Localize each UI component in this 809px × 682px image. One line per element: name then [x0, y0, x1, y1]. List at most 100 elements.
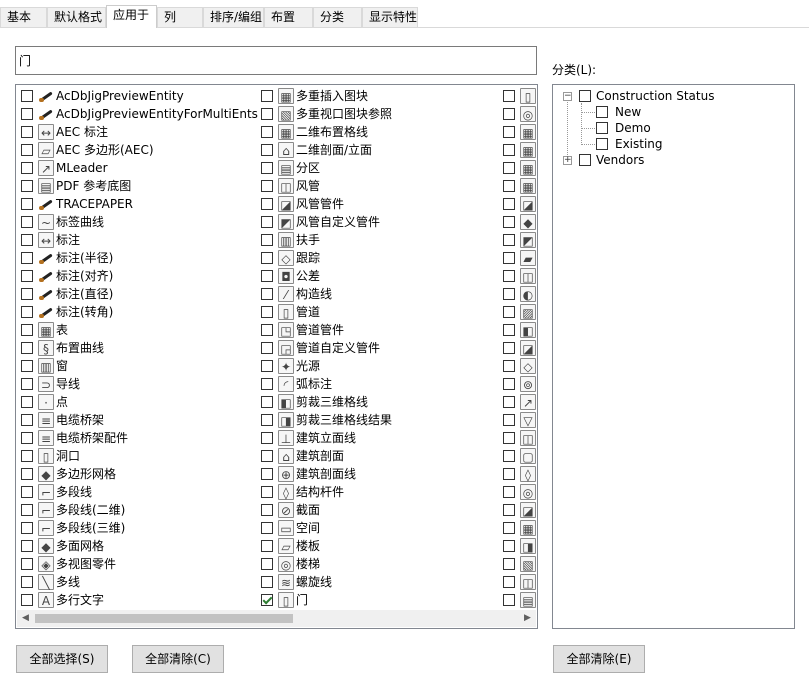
tree-checkbox[interactable]	[579, 154, 591, 166]
object-type-row[interactable]: ◪	[500, 501, 536, 519]
object-type-row[interactable]: ◲ 管道自定义管件	[258, 339, 496, 357]
object-checkbox[interactable]	[503, 558, 515, 570]
object-type-row[interactable]: ▦	[500, 141, 536, 159]
object-checkbox[interactable]	[261, 198, 273, 210]
object-type-row[interactable]: ⌐ 多段线(三维)	[18, 519, 256, 537]
tab-applies-to[interactable]: 应用于	[106, 5, 157, 28]
object-type-row[interactable]: ▨	[500, 303, 536, 321]
object-checkbox[interactable]	[503, 378, 515, 390]
object-checkbox[interactable]	[261, 396, 273, 408]
object-checkbox[interactable]	[503, 594, 515, 606]
object-checkbox[interactable]	[21, 468, 33, 480]
object-type-row[interactable]: 标注(对齐)	[18, 267, 256, 285]
object-type-row[interactable]: ◳ 管道管件	[258, 321, 496, 339]
object-type-row[interactable]: ⌂ 二维剖面/立面	[258, 141, 496, 159]
object-type-row[interactable]: ◐	[500, 285, 536, 303]
object-checkbox[interactable]	[21, 522, 33, 534]
object-checkbox[interactable]	[261, 450, 273, 462]
object-type-row[interactable]: ◫	[500, 267, 536, 285]
select-all-button[interactable]: 全部选择(S)	[16, 645, 108, 673]
object-type-row[interactable]: ⌐ 多段线(二维)	[18, 501, 256, 519]
object-checkbox[interactable]	[503, 126, 515, 138]
tab-classification[interactable]: 分类	[313, 7, 362, 27]
object-type-row[interactable]: ⊃ 导线	[18, 375, 256, 393]
object-checkbox[interactable]	[261, 126, 273, 138]
object-type-row[interactable]: ◩ 风管自定义管件	[258, 213, 496, 231]
object-type-row[interactable]: ◫	[500, 429, 536, 447]
object-type-row[interactable]: ▤ 分区	[258, 159, 496, 177]
object-type-row[interactable]: ◈ 多视图零件	[18, 555, 256, 573]
object-type-row[interactable]: ▦	[500, 123, 536, 141]
tab-display-properties[interactable]: 显示特性	[362, 7, 418, 27]
tree-checkbox[interactable]	[596, 106, 608, 118]
object-checkbox[interactable]	[261, 522, 273, 534]
object-type-row[interactable]: ⌐ 多段线	[18, 483, 256, 501]
object-type-row[interactable]: ▥ 扶手	[258, 231, 496, 249]
object-checkbox[interactable]	[21, 324, 33, 336]
object-checkbox[interactable]	[21, 378, 33, 390]
object-checkbox[interactable]	[503, 396, 515, 408]
tree-checkbox[interactable]	[579, 90, 591, 102]
object-checkbox[interactable]	[503, 450, 515, 462]
object-type-row[interactable]: ▽	[500, 411, 536, 429]
object-type-row[interactable]: § 布置曲线	[18, 339, 256, 357]
object-checkbox[interactable]	[503, 108, 515, 120]
object-checkbox[interactable]	[503, 306, 515, 318]
object-checkbox[interactable]	[21, 594, 33, 606]
object-type-row[interactable]: ◆	[500, 213, 536, 231]
collapse-icon[interactable]: −	[563, 92, 572, 101]
object-checkbox[interactable]	[21, 126, 33, 138]
object-type-row[interactable]: ▧ 多重视口图块参照	[258, 105, 496, 123]
tree-checkbox[interactable]	[596, 138, 608, 150]
object-type-row[interactable]: ▯ 门	[258, 591, 496, 609]
object-type-row[interactable]: ↗	[500, 393, 536, 411]
object-checkbox[interactable]	[503, 486, 515, 498]
object-type-row[interactable]: 标注(转角)	[18, 303, 256, 321]
scroll-right-arrow-icon[interactable]: ▶	[519, 610, 536, 627]
object-type-row[interactable]: ⁄ 构造线	[258, 285, 496, 303]
object-type-row[interactable]: ◊	[500, 465, 536, 483]
object-type-row[interactable]: AcDbJigPreviewEntityForMultiEnts	[18, 105, 258, 123]
object-type-row[interactable]: 标注(半径)	[18, 249, 256, 267]
object-type-row[interactable]: ▭ 空间	[258, 519, 496, 537]
object-checkbox[interactable]	[21, 162, 33, 174]
object-type-row[interactable]: ◫ 风管	[258, 177, 496, 195]
object-checkbox[interactable]	[21, 288, 33, 300]
object-checkbox[interactable]	[21, 414, 33, 426]
object-type-row[interactable]: ▯ 管道	[258, 303, 496, 321]
object-checkbox[interactable]	[21, 90, 33, 102]
object-type-row[interactable]: ⌂ 建筑剖面	[258, 447, 496, 465]
object-checkbox[interactable]	[261, 288, 273, 300]
object-checkbox[interactable]	[21, 486, 33, 498]
object-type-row[interactable]: ▦	[500, 159, 536, 177]
object-checkbox[interactable]	[261, 594, 273, 606]
object-checkbox[interactable]	[261, 486, 273, 498]
object-type-row[interactable]: ▤ PDF 参考底图	[18, 177, 256, 195]
scroll-left-arrow-icon[interactable]: ◀	[17, 610, 34, 627]
object-type-row[interactable]: ◪ 风管管件	[258, 195, 496, 213]
object-type-row[interactable]: ▱ 楼板	[258, 537, 496, 555]
object-checkbox[interactable]	[261, 144, 273, 156]
object-checkbox[interactable]	[21, 450, 33, 462]
tab-columns[interactable]: 列	[157, 7, 203, 27]
object-checkbox[interactable]	[261, 216, 273, 228]
filter-input[interactable]	[15, 46, 537, 75]
object-checkbox[interactable]	[21, 576, 33, 588]
object-type-row[interactable]: ▦	[500, 519, 536, 537]
object-checkbox[interactable]	[261, 432, 273, 444]
object-checkbox[interactable]	[503, 324, 515, 336]
object-type-row[interactable]: ▤	[500, 591, 536, 609]
object-checkbox[interactable]	[21, 252, 33, 264]
object-type-row[interactable]: AcDbJigPreviewEntity	[18, 87, 256, 105]
object-checkbox[interactable]	[503, 270, 515, 282]
object-checkbox[interactable]	[503, 216, 515, 228]
object-type-row[interactable]: TRACEPAPER	[18, 195, 256, 213]
object-type-row[interactable]: ◎ 楼梯	[258, 555, 496, 573]
object-checkbox[interactable]	[261, 306, 273, 318]
object-checkbox[interactable]	[21, 144, 33, 156]
object-checkbox[interactable]	[261, 504, 273, 516]
object-checkbox[interactable]	[503, 162, 515, 174]
tab-sort-group[interactable]: 排序/编组	[203, 7, 264, 27]
object-type-row[interactable]: ≋ 螺旋线	[258, 573, 496, 591]
object-type-row[interactable]: ▦ 多重插入图块	[258, 87, 496, 105]
